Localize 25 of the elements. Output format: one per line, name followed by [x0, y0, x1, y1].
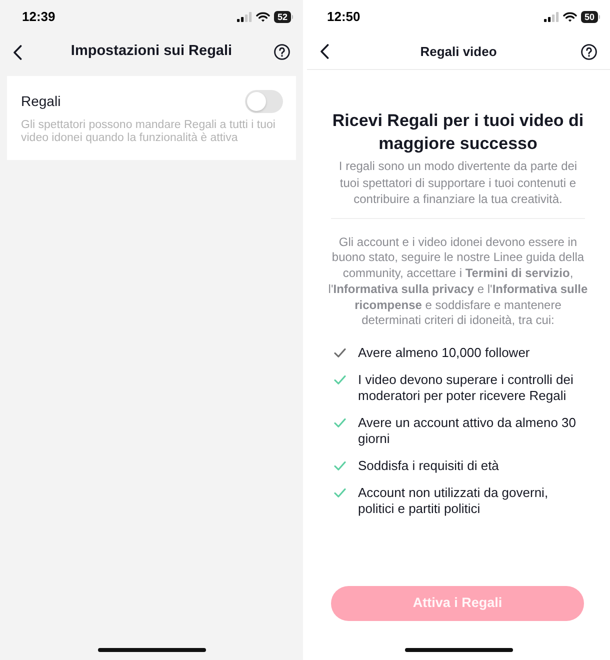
battery-indicator: 52 [274, 11, 293, 23]
requirement-text: Avere un account attivo da almeno 30 giorni [358, 415, 578, 448]
help-icon[interactable] [274, 44, 290, 60]
wifi-icon [256, 12, 270, 22]
help-icon[interactable] [581, 44, 597, 60]
requirement-text: Account non utilizzati da governi, politici e partiti politici [358, 485, 550, 518]
setting-label: Regali [20, 92, 61, 111]
details-paragraph: Gli account e i video idonei devono essere in buono stato, seguire le nostre Linee guida della community, accettare i Termini di servizio, l'Informativa sulla privacy e l'Informativa sulle ricompense e soddisfare e mantenere determinati criteri di idoneità, tra cui: [327, 234, 589, 330]
requirement-text: Avere almeno 10,000 follower [358, 345, 530, 362]
back-icon[interactable] [13, 44, 22, 60]
page-title: Impostazioni sui Regali [70, 42, 234, 62]
signal-icon [237, 12, 252, 22]
wifi-icon [563, 12, 578, 22]
requirement-text: I video devono superare i controlli dei moderatori per poter ricevere Regali [358, 372, 574, 404]
intro-paragraph: I regali sono un modo divertente da parte dei tuoi spettatori di supportare i tuoi contenuti e contribuire a finanziare la tua creatività. [338, 158, 578, 208]
signal-icon [544, 12, 560, 22]
setting-description: Gli spettatori possono mandare Regali a tutti i tuoi video idonei quando la funzionalità è attiva [20, 119, 276, 144]
page-title: Regali video [419, 42, 498, 61]
toggle-switch[interactable] [245, 90, 283, 113]
requirement-text: Soddisfa i requisiti di età [358, 458, 499, 474]
status-time: 12:39 [22, 8, 56, 26]
heading: Ricevi Regali per i tuoi video di maggiore successo [331, 110, 585, 155]
status-time: 12:50 [327, 8, 360, 26]
battery-indicator: 50 [581, 11, 600, 23]
back-icon[interactable] [320, 44, 329, 59]
